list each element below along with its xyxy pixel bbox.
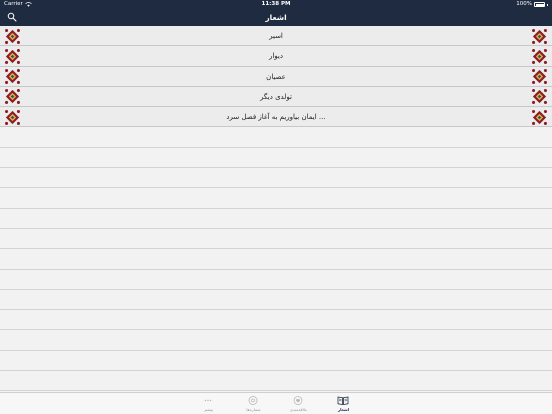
ornament-icon: [532, 28, 547, 44]
tab-bar: بیشتر شماره‌ها علاقه‌مندی اشعار: [0, 392, 552, 414]
tab-more[interactable]: بیشتر: [186, 393, 231, 414]
tab-favorites[interactable]: علاقه‌مندی: [276, 393, 321, 414]
tab-label: اشعار: [337, 407, 350, 412]
book-icon: [337, 396, 349, 405]
empty-row: [0, 168, 552, 189]
empty-row: [0, 270, 552, 290]
battery-percent: 100%: [516, 1, 532, 7]
battery-icon: [534, 2, 545, 7]
tab-disc[interactable]: شماره‌ها: [231, 393, 276, 414]
ornament-icon: [5, 28, 20, 44]
empty-row: [0, 209, 552, 229]
battery-tip: [547, 3, 548, 6]
poem-row[interactable]: ایمان بیاوریم به آغاز فصل سرد ...: [0, 107, 552, 128]
navigation-bar: Carrier 11:38 PM 100% اشعار: [0, 0, 552, 26]
poem-row[interactable]: عصیان: [0, 66, 552, 87]
tab-label: بیشتر: [203, 407, 214, 412]
poem-list: اسیر دیوار عصیان تولدی دیگر ایمان بیاوری…: [0, 26, 552, 128]
empty-row: [0, 188, 552, 209]
tab-label: علاقه‌مندی: [289, 407, 308, 412]
empty-row: [0, 229, 552, 250]
poem-row[interactable]: اسیر: [0, 26, 552, 47]
empty-row: [0, 290, 552, 311]
page-title: اشعار: [265, 13, 287, 22]
empty-row: [0, 148, 552, 169]
ornament-icon: [5, 69, 20, 85]
poem-title: تولدی دیگر: [260, 92, 292, 101]
ornament-icon: [5, 89, 20, 105]
poem-title: ایمان بیاوریم به آغاز فصل سرد ...: [226, 113, 326, 122]
empty-row: [0, 249, 552, 270]
empty-row: [0, 371, 552, 392]
empty-row: [0, 330, 552, 351]
battery-indicator: 100%: [516, 0, 548, 9]
more-icon: [204, 399, 212, 402]
poem-row[interactable]: دیوار: [0, 46, 552, 67]
empty-row: [0, 310, 552, 331]
ornament-icon: [5, 48, 20, 64]
poem-title: دیوار: [268, 52, 283, 61]
ornament-icon: [532, 89, 547, 105]
disc-icon: [248, 396, 258, 405]
ornament-icon: [5, 109, 20, 125]
status-time: 11:38 PM: [261, 1, 291, 7]
ornament-icon: [532, 69, 547, 85]
poem-title: اسیر: [269, 32, 283, 40]
empty-rows: [0, 128, 552, 392]
empty-row: [0, 351, 552, 372]
heart-icon: [293, 396, 303, 405]
empty-row: [0, 128, 552, 148]
poem-row[interactable]: تولدی دیگر: [0, 86, 552, 108]
ornament-icon: [532, 109, 547, 125]
status-bar: Carrier 11:38 PM 100%: [0, 0, 552, 9]
ornament-icon: [532, 48, 547, 64]
tab-label: شماره‌ها: [246, 407, 261, 412]
tab-poems[interactable]: اشعار: [321, 393, 366, 414]
poem-title: عصیان: [266, 72, 286, 81]
